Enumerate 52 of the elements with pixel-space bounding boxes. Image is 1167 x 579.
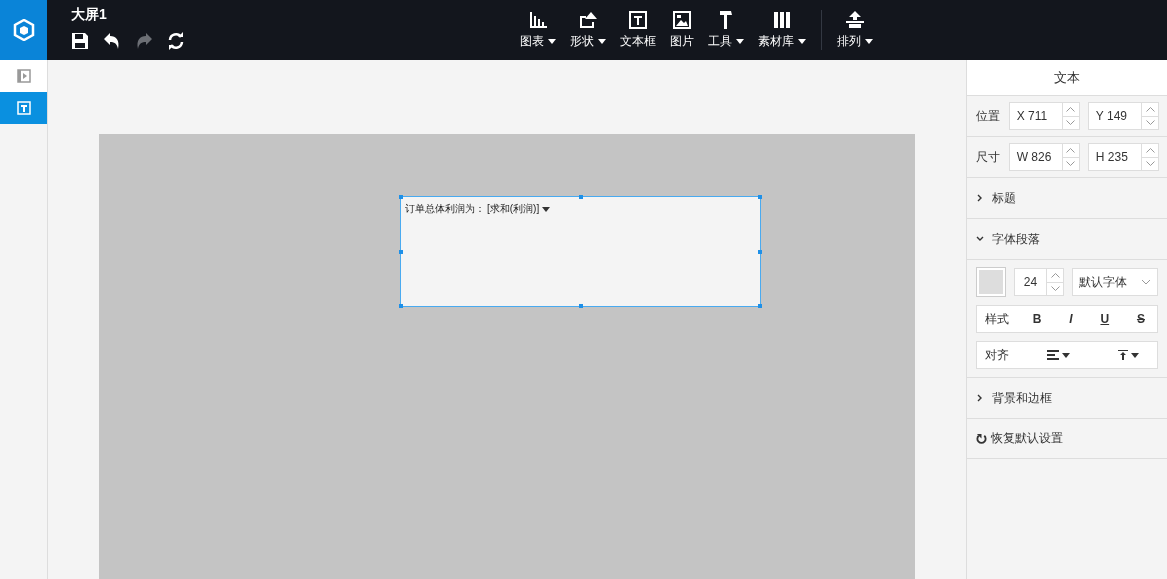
arrange-icon [845, 10, 865, 30]
textbox-icon [628, 10, 648, 30]
section-title[interactable]: 字体段落 [992, 230, 1040, 248]
text-box[interactable]: 订单总体利润为： [求和(利润)] [400, 196, 761, 307]
number-field[interactable]: H 235 [1087, 143, 1159, 171]
chart-icon [528, 10, 548, 30]
align-top-icon [1118, 350, 1128, 360]
font-size-field[interactable]: 24 [1014, 268, 1064, 296]
align-label: 对齐 [985, 346, 1009, 364]
panel-sidebar-tab[interactable] [0, 60, 47, 92]
shape-tool-button[interactable]: 形状 [563, 10, 613, 50]
chart-tool-button[interactable]: 图表 [513, 10, 563, 50]
panel-title: 文本 [967, 60, 1167, 96]
underline-button[interactable]: U [1096, 312, 1114, 326]
document-title: 大屏1 [71, 6, 108, 24]
section-title[interactable]: 背景和边框 [992, 389, 1052, 407]
italic-button[interactable]: I [1065, 312, 1077, 326]
textbox-tool-button[interactable]: 文本框 [613, 10, 663, 50]
undo-icon[interactable] [103, 32, 121, 50]
align-left-icon [1047, 350, 1059, 360]
arrange-tool-button[interactable]: 排列 [830, 10, 880, 50]
number-field[interactable]: Y 149 [1087, 102, 1159, 130]
image-tool-button[interactable]: 图片 [663, 10, 701, 50]
number-field[interactable]: X 711 [1008, 102, 1080, 130]
tool-tool-button[interactable]: 工具 [701, 10, 751, 50]
reset-icon [976, 433, 987, 444]
library-tool-button[interactable]: 素材库 [751, 10, 813, 50]
save-icon[interactable] [71, 32, 89, 50]
style-label: 样式 [985, 310, 1009, 328]
strike-button[interactable]: S [1132, 312, 1149, 326]
textbox-icon [16, 101, 31, 115]
text-sidebar-tab[interactable] [0, 92, 47, 124]
refresh-icon[interactable] [167, 32, 185, 50]
panel-toggle-icon [16, 69, 31, 83]
chevron-icon[interactable] [976, 235, 984, 243]
property-label: 位置 [976, 107, 1001, 125]
field-dropdown[interactable]: [求和(利润)] [487, 202, 551, 216]
logo-icon [0, 0, 47, 60]
chevron-icon[interactable] [976, 194, 984, 202]
chevron-icon [1141, 279, 1151, 285]
font-family-select[interactable]: 默认字体 [1072, 268, 1158, 296]
shape-icon [578, 10, 598, 30]
text-box-text: 订单总体利润为： [405, 202, 485, 216]
reset-button[interactable]: 恢复默认设置 [967, 419, 1167, 459]
bold-button[interactable]: B [1028, 312, 1046, 326]
color-swatch[interactable] [976, 267, 1006, 297]
image-icon [672, 10, 692, 30]
number-field[interactable]: W 826 [1008, 143, 1080, 171]
chevron-icon[interactable] [976, 394, 984, 402]
property-label: 尺寸 [976, 148, 1001, 166]
library-icon [772, 10, 792, 30]
section-title[interactable]: 标题 [992, 189, 1016, 207]
